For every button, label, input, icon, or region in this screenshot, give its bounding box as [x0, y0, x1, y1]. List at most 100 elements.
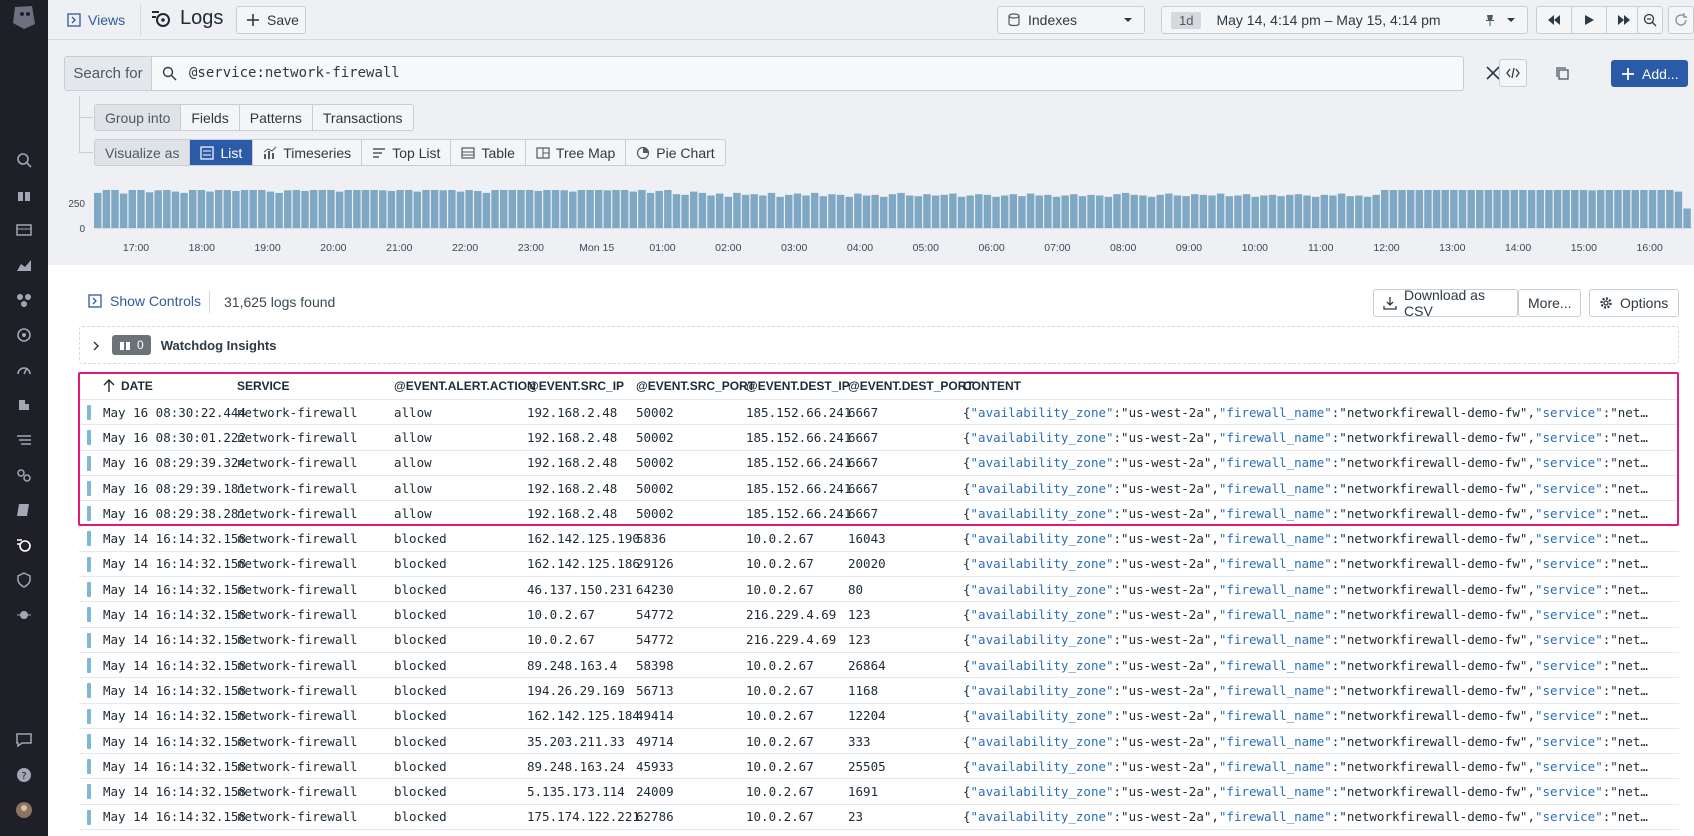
histogram-bar[interactable] — [1156, 194, 1164, 228]
histogram-bar[interactable] — [1260, 195, 1268, 229]
histogram-bar[interactable] — [931, 195, 940, 229]
histogram-bar[interactable] — [413, 191, 422, 228]
histogram-bar[interactable] — [1432, 190, 1441, 228]
histogram-bar[interactable] — [1121, 192, 1130, 228]
histogram-bar[interactable] — [966, 195, 974, 229]
histogram-bar[interactable] — [569, 191, 577, 228]
indexes-select[interactable]: Indexes — [997, 6, 1145, 34]
histogram-bar[interactable] — [258, 190, 266, 228]
table-row[interactable]: May 14 16:14:32.158 network-firewall block… — [79, 779, 1679, 805]
histogram-bar[interactable] — [1389, 190, 1398, 228]
histogram-bar[interactable] — [318, 190, 327, 228]
histogram-bar[interactable] — [206, 191, 214, 228]
table-row[interactable]: May 14 16:14:32.158 network-firewall block… — [79, 678, 1679, 704]
table-row[interactable]: May 14 16:14:32.158 network-firewall block… — [79, 628, 1679, 653]
histogram-bar[interactable] — [785, 194, 793, 228]
histogram-bar[interactable] — [802, 195, 810, 229]
histogram-bar[interactable] — [275, 192, 283, 228]
histogram-bar[interactable] — [741, 194, 750, 228]
histogram-bar[interactable] — [361, 190, 370, 228]
histogram-bar[interactable] — [1536, 190, 1544, 228]
histogram-bar[interactable] — [1095, 195, 1104, 229]
histogram-bar[interactable] — [733, 192, 741, 228]
bug-nav-icon[interactable] — [14, 605, 34, 625]
logs-list-nav-icon[interactable] — [14, 430, 34, 450]
integrations-nav-icon[interactable] — [14, 290, 34, 310]
histogram-bar[interactable] — [1044, 194, 1052, 228]
histogram-bar[interactable] — [1553, 190, 1562, 228]
histogram-bar[interactable] — [543, 190, 551, 228]
histogram-bar[interactable] — [1424, 190, 1432, 228]
histogram-bar[interactable] — [638, 190, 646, 228]
histogram-bar[interactable] — [1640, 190, 1648, 228]
histogram-bar[interactable] — [1000, 195, 1009, 229]
histogram-bar[interactable] — [1070, 194, 1078, 228]
histogram-bar[interactable] — [465, 190, 473, 228]
histogram-bar[interactable] — [1648, 190, 1657, 228]
histogram-bar[interactable] — [888, 194, 897, 228]
histogram-bar[interactable] — [163, 190, 171, 228]
histogram-bar[interactable] — [1545, 190, 1553, 228]
histogram-bar[interactable] — [1355, 195, 1363, 229]
viz-table-option[interactable]: Table — [451, 140, 526, 165]
histogram-bar[interactable] — [1346, 196, 1354, 228]
histogram-bar[interactable] — [940, 194, 948, 228]
histogram-bar[interactable] — [1113, 194, 1121, 228]
histogram-bar[interactable] — [301, 190, 309, 228]
save-button[interactable]: Save — [236, 6, 306, 34]
histogram-bar[interactable] — [508, 190, 517, 228]
histogram-bar[interactable] — [612, 190, 620, 228]
dashboard-nav-icon[interactable] — [14, 220, 34, 240]
histogram-bar[interactable] — [1199, 194, 1208, 228]
histogram-bar[interactable] — [707, 195, 715, 229]
histogram-bar[interactable] — [1303, 195, 1311, 229]
notebooks-nav-icon[interactable] — [14, 500, 34, 520]
histogram-bar[interactable] — [1078, 196, 1087, 228]
histogram-bar[interactable] — [1337, 193, 1346, 228]
histogram-bar[interactable] — [284, 190, 292, 228]
viz-treemap-option[interactable]: Tree Map — [526, 140, 627, 165]
histogram-bar[interactable] — [646, 192, 655, 228]
table-row[interactable]: May 14 16:14:32.158 network-firewall block… — [79, 526, 1679, 552]
show-controls-button[interactable]: Show Controls — [88, 293, 201, 309]
histogram-bar[interactable] — [871, 194, 879, 228]
histogram-bar[interactable] — [1588, 190, 1596, 228]
histogram-bar[interactable] — [1562, 190, 1570, 228]
histogram-bar[interactable] — [1458, 190, 1467, 228]
histogram-bar[interactable] — [629, 191, 637, 228]
histogram-bar[interactable] — [1476, 190, 1484, 228]
histogram-bar[interactable] — [327, 190, 335, 228]
views-button[interactable]: Views — [58, 6, 134, 34]
histogram-bar[interactable] — [1035, 195, 1043, 229]
histogram-bar[interactable] — [1208, 195, 1216, 229]
histogram-bar[interactable] — [1571, 190, 1579, 228]
table-row[interactable]: May 14 16:14:32.158 network-firewall block… — [79, 653, 1679, 679]
play-button[interactable] — [1572, 7, 1607, 33]
histogram-bar[interactable] — [525, 190, 534, 228]
histogram-bar[interactable] — [1501, 190, 1510, 228]
histogram-bar[interactable] — [810, 192, 819, 228]
histogram-bar[interactable] — [1216, 193, 1225, 228]
group-transactions-option[interactable]: Transactions — [313, 105, 413, 130]
watchdog-insights-panel[interactable]: 0 Watchdog Insights — [79, 326, 1679, 364]
histogram-bar[interactable] — [1009, 194, 1018, 228]
histogram-bar[interactable] — [664, 190, 672, 228]
table-row[interactable]: May 14 16:14:32.158 network-firewall block… — [79, 729, 1679, 755]
histogram-bar[interactable] — [119, 193, 128, 228]
histogram-bar[interactable] — [1018, 196, 1026, 228]
histogram-bar[interactable] — [655, 190, 663, 228]
histogram-bar[interactable] — [715, 193, 724, 228]
histogram-bar[interactable] — [1622, 190, 1631, 228]
histogram-bar[interactable] — [577, 190, 586, 228]
histogram-bar[interactable] — [1104, 196, 1113, 228]
histogram-bar[interactable] — [197, 190, 206, 228]
histogram-bar[interactable] — [1165, 193, 1173, 228]
chat-nav-icon[interactable] — [14, 730, 34, 750]
histogram-bar[interactable] — [1329, 195, 1337, 229]
histogram-bar[interactable] — [603, 190, 612, 228]
histogram-bar[interactable] — [370, 190, 378, 228]
histogram-bar[interactable] — [854, 193, 862, 228]
logs-nav-icon[interactable] — [14, 535, 34, 555]
histogram-bar[interactable] — [759, 195, 767, 229]
histogram-bar[interactable] — [499, 190, 508, 228]
